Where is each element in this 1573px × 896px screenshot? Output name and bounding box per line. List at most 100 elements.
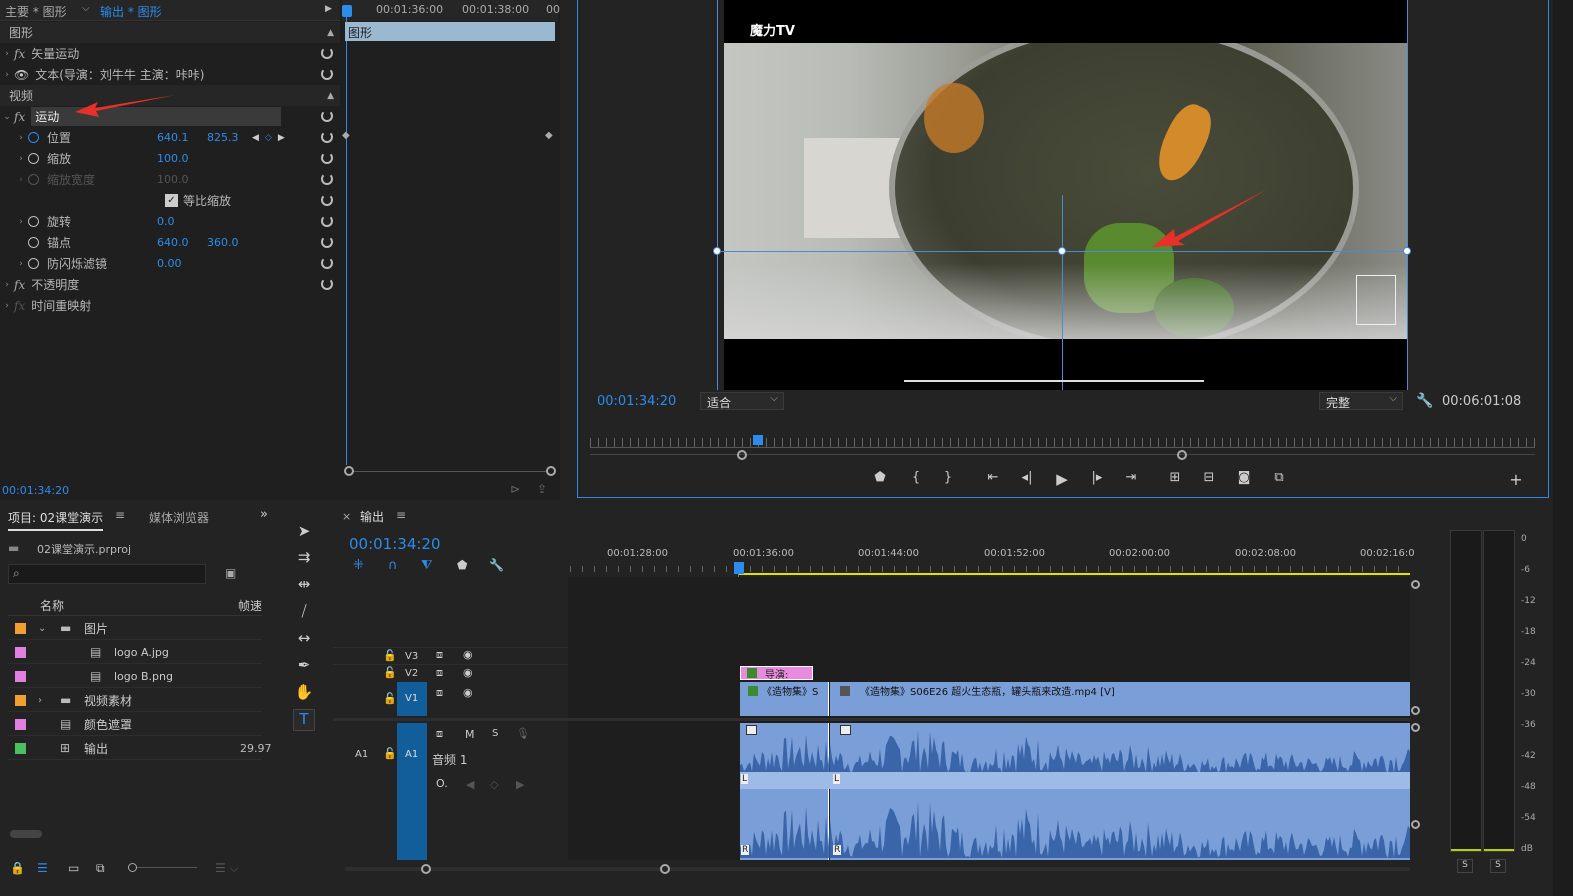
lock-icon[interactable]: 🔒 [10, 861, 25, 875]
sync-lock-icon[interactable]: ⧈ [436, 686, 443, 700]
play-icon[interactable]: ▶ [1052, 470, 1072, 488]
stopwatch-icon[interactable] [28, 153, 39, 164]
position-x-value[interactable]: 640.1 [157, 131, 207, 144]
wrench-icon[interactable]: 🔧 [1416, 393, 1433, 409]
clip-v1-a[interactable]: 《造物集》S [740, 682, 829, 716]
hand-tool-icon[interactable]: ✋ [293, 683, 315, 705]
track-v1-target[interactable]: V1 [397, 682, 427, 716]
type-tool-icon[interactable]: T [293, 709, 315, 731]
solo-right-button[interactable]: S [1490, 859, 1506, 873]
stopwatch-icon[interactable] [28, 216, 39, 227]
monitor-playhead[interactable] [753, 435, 763, 445]
monitor-timecode[interactable]: 00:01:34:20 [597, 394, 676, 409]
time-remap-row[interactable]: › fx 时间重映射 [0, 295, 340, 316]
anchor-x-value[interactable]: 640.0 [157, 236, 207, 249]
solo-button[interactable]: S [492, 728, 498, 739]
mute-button[interactable]: M [465, 728, 475, 741]
razor-icon[interactable]: ⧸ [293, 602, 315, 624]
eye-icon[interactable]: ◉ [463, 666, 473, 679]
sort-icon[interactable]: ☰ ⌵ [215, 861, 239, 876]
disclosure-icon[interactable]: ⌄ [38, 623, 60, 634]
lift-icon[interactable]: ⊞ [1165, 470, 1185, 485]
lock-icon[interactable]: 🔓 [383, 692, 397, 705]
new-bin-icon[interactable]: ▣ [225, 566, 236, 580]
disclosure-icon[interactable]: › [38, 695, 60, 706]
scale-value[interactable]: 100.0 [157, 152, 189, 165]
keyframe-icon[interactable]: ◆ [342, 130, 350, 141]
add-button-icon[interactable]: + [1506, 470, 1526, 489]
comparison-view-icon[interactable]: ⧉ [1269, 470, 1289, 485]
reset-icon[interactable] [321, 131, 333, 143]
step-forward-icon[interactable]: |▸ [1087, 470, 1107, 485]
reset-icon[interactable] [321, 257, 333, 269]
slip-tool-icon[interactable]: ↔ [293, 629, 315, 651]
pen-tool-icon[interactable]: ✒ [293, 656, 315, 678]
transform-handle[interactable] [1058, 247, 1066, 255]
scale-row[interactable]: › 缩放 100.0 [14, 148, 340, 169]
project-item[interactable]: ▤ logo A.jpg [8, 641, 262, 664]
stopwatch-icon[interactable] [28, 237, 39, 248]
search-input[interactable]: ⌕ [8, 564, 206, 584]
project-item[interactable]: ⊞ 输出 29.97 [8, 737, 272, 760]
uniform-scale-row[interactable]: ✓ 等比缩放 [165, 190, 335, 211]
prev-keyframe-icon[interactable]: ◀ [466, 778, 474, 791]
reset-icon[interactable] [321, 68, 333, 80]
audio-scroll-knob[interactable] [1411, 820, 1420, 829]
eye-icon[interactable]: 👁 [14, 68, 29, 82]
filter-icon[interactable]: ⊳ [510, 482, 520, 496]
position-y-value[interactable]: 825.3 [207, 131, 252, 144]
reset-icon[interactable] [321, 215, 333, 227]
menu-icon[interactable]: ≡ [115, 508, 125, 522]
stopwatch-icon[interactable] [28, 258, 39, 269]
reset-icon[interactable] [321, 173, 333, 185]
tab-sequence[interactable]: 输出 * 图形 [100, 3, 162, 20]
sync-lock-icon[interactable]: ⧈ [436, 666, 443, 680]
camera-icon[interactable]: ◙ [1234, 470, 1254, 485]
transform-handle[interactable] [713, 247, 721, 255]
chevron-down-icon[interactable]: ⌵ [82, 3, 90, 14]
add-keyframe-icon[interactable]: ◇ [490, 778, 498, 791]
clip-v1-b[interactable]: 《造物集》S06E26 超火生态瓶，罐头瓶来改造.mp4 [V] [830, 682, 1410, 716]
transform-handle[interactable] [1403, 247, 1411, 255]
mark-out-icon[interactable]: } [938, 470, 958, 485]
track-select-icon[interactable]: ⇉ [293, 548, 315, 570]
quality-select[interactable]: 完整 ⌵ [1319, 392, 1403, 410]
reset-icon[interactable] [321, 110, 333, 122]
prev-keyframe-icon[interactable]: ◀ [252, 133, 259, 143]
fit-select[interactable]: 适合 ⌵ [700, 392, 784, 410]
label-color-swatch[interactable] [15, 718, 26, 730]
anchor-y-value[interactable]: 360.0 [207, 236, 239, 249]
overflow-icon[interactable]: » [260, 507, 268, 522]
snap-icon[interactable]: ⁜ [353, 558, 364, 573]
checkbox-icon[interactable]: ✓ [165, 194, 178, 207]
add-keyframe-icon[interactable]: ◇ [265, 133, 272, 143]
mark-in-icon[interactable]: { [906, 470, 926, 485]
reset-icon[interactable] [321, 152, 333, 164]
play-triangle-icon[interactable]: ▶ [325, 4, 332, 14]
volume-icon[interactable]: O. [436, 777, 448, 790]
opacity-row[interactable]: › fx 不透明度 [0, 274, 340, 295]
timeline-timecode[interactable]: 00:01:34:20 [349, 535, 441, 553]
sync-lock-icon[interactable]: ⧈ [436, 727, 443, 741]
antiflicker-row[interactable]: › 防闪烁滤镜 0.00 [14, 253, 340, 274]
rotation-value[interactable]: 0.0 [157, 215, 175, 228]
reset-icon[interactable] [321, 236, 333, 248]
project-item[interactable]: ▤ 颜色遮罩 [8, 713, 262, 736]
playhead-marker[interactable] [342, 5, 352, 17]
tab-master[interactable]: 主要 * 图形 [5, 3, 67, 20]
reset-icon[interactable] [321, 194, 333, 206]
go-to-out-icon[interactable]: ⇥ [1121, 470, 1141, 485]
label-color-swatch[interactable] [15, 646, 26, 658]
linked-selection-icon[interactable]: ⧨ [421, 558, 433, 573]
tab-media-browser[interactable]: 媒体浏览器 [149, 509, 209, 526]
lock-icon[interactable]: 🔓 [383, 649, 397, 662]
track-a1-source-label[interactable]: A1 [355, 749, 368, 760]
label-color-swatch[interactable] [15, 694, 26, 706]
eye-icon[interactable]: ◉ [463, 686, 473, 699]
add-marker-icon[interactable]: ⬟ [870, 470, 890, 485]
magnet-icon[interactable]: ∩ [388, 558, 398, 573]
lock-icon[interactable]: 🔓 [383, 747, 397, 760]
list-view-icon[interactable]: ☰ [37, 861, 48, 875]
step-back-icon[interactable]: ◂| [1017, 470, 1037, 485]
wrench-icon[interactable]: 🔧 [489, 558, 504, 572]
